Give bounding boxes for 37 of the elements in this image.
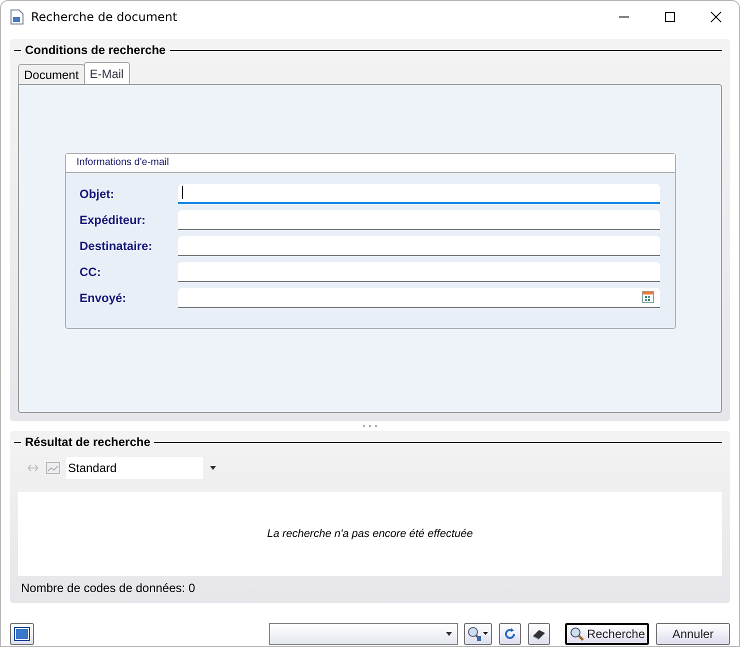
text-field[interactable]	[178, 262, 660, 282]
window-title: Recherche de document	[31, 10, 178, 24]
refresh-button[interactable]	[498, 623, 521, 645]
field-label: CC:	[80, 264, 102, 278]
group-title: Informations d'e-mail	[76, 157, 169, 168]
cancel-button[interactable]: Annuler	[656, 623, 730, 645]
search-options-button[interactable]	[464, 623, 492, 645]
field-label: Destinataire:	[80, 238, 154, 252]
saved-search-dropdown[interactable]	[268, 623, 458, 645]
tab[interactable]: Document	[18, 64, 85, 84]
search-button[interactable]: Recherche	[564, 623, 649, 645]
field-label: Expéditeur:	[80, 212, 147, 226]
view-dropdown[interactable]: Standard	[66, 457, 203, 479]
search-options-icon	[466, 626, 489, 642]
dropdown-arrow-icon[interactable]	[209, 465, 217, 471]
record-count: Nombre de codes de données: 0	[20, 581, 196, 595]
field-label: Objet:	[80, 186, 116, 200]
text-field[interactable]	[178, 210, 660, 230]
text-field[interactable]	[178, 236, 660, 256]
tab[interactable]: E-Mail	[84, 62, 130, 84]
dropdown-arrow-icon	[444, 631, 453, 637]
window-icon	[14, 627, 30, 641]
eraser-icon	[530, 627, 547, 641]
document-icon	[9, 9, 25, 25]
section-title: Résultat de recherche	[25, 435, 150, 449]
eraser-button[interactable]	[528, 623, 550, 645]
splitter-handle-icon[interactable]	[362, 424, 378, 428]
field-label: Envoyé:	[80, 290, 128, 304]
search-icon	[568, 626, 585, 642]
text-field[interactable]	[178, 184, 660, 204]
refresh-icon	[502, 627, 517, 641]
close-icon	[710, 11, 722, 23]
window-button[interactable]	[10, 623, 34, 645]
section-title: Conditions de recherche	[25, 43, 166, 57]
maximize-icon	[664, 11, 676, 23]
calendar-icon[interactable]	[642, 291, 654, 303]
date-field[interactable]	[178, 288, 660, 308]
